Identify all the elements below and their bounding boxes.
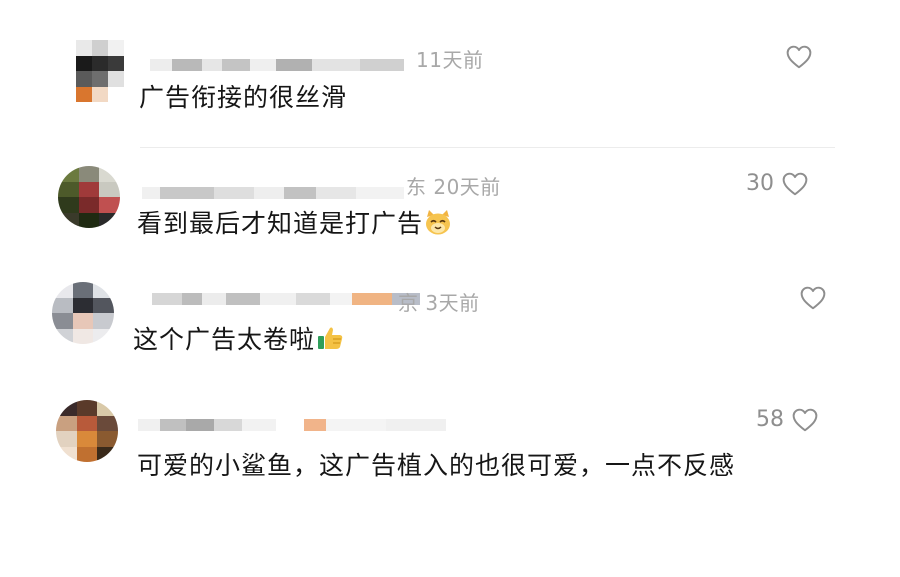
like-count: 58 — [756, 407, 784, 432]
avatar[interactable] — [56, 400, 118, 462]
comment-text: 可爱的小鲨鱼，这广告植入的也很可爱，一点不反感 — [137, 451, 736, 480]
avatar[interactable] — [52, 282, 114, 344]
like-button[interactable]: 58 — [756, 407, 818, 432]
heart-icon — [786, 45, 812, 69]
heart-icon — [782, 172, 808, 195]
thumbs-up-icon — [318, 327, 343, 349]
cat-face-icon — [426, 210, 451, 235]
comment-text-content: 这个广告太卷啦 — [133, 325, 316, 354]
username-blurred[interactable] — [152, 292, 420, 306]
like-button[interactable] — [778, 45, 812, 69]
avatar[interactable] — [58, 166, 120, 228]
username-blurred[interactable] — [150, 58, 404, 72]
comment-text: 广告衔接的很丝滑 — [139, 83, 348, 112]
comment-meta: 11天前 — [416, 48, 484, 72]
comment-text-content: 看到最后才知道是打广告 — [137, 209, 424, 238]
divider — [140, 147, 835, 148]
username-blurred[interactable] — [138, 418, 446, 432]
comment-text: 看到最后才知道是打广告 — [137, 204, 453, 244]
comment-text: 这个广告太卷啦 — [133, 320, 345, 360]
like-button[interactable]: 30 — [746, 171, 808, 196]
like-count: 30 — [746, 171, 774, 196]
username-blurred[interactable] — [142, 186, 404, 200]
comment-screen: { "comments": [ { "meta": "11天前", "text"… — [0, 0, 900, 577]
heart-icon — [800, 286, 826, 310]
avatar[interactable] — [76, 40, 124, 102]
comment-meta: 京 3天前 — [398, 291, 480, 315]
like-button[interactable] — [792, 286, 826, 310]
heart-icon — [792, 408, 818, 431]
comment-meta: 东 20天前 — [406, 175, 501, 199]
